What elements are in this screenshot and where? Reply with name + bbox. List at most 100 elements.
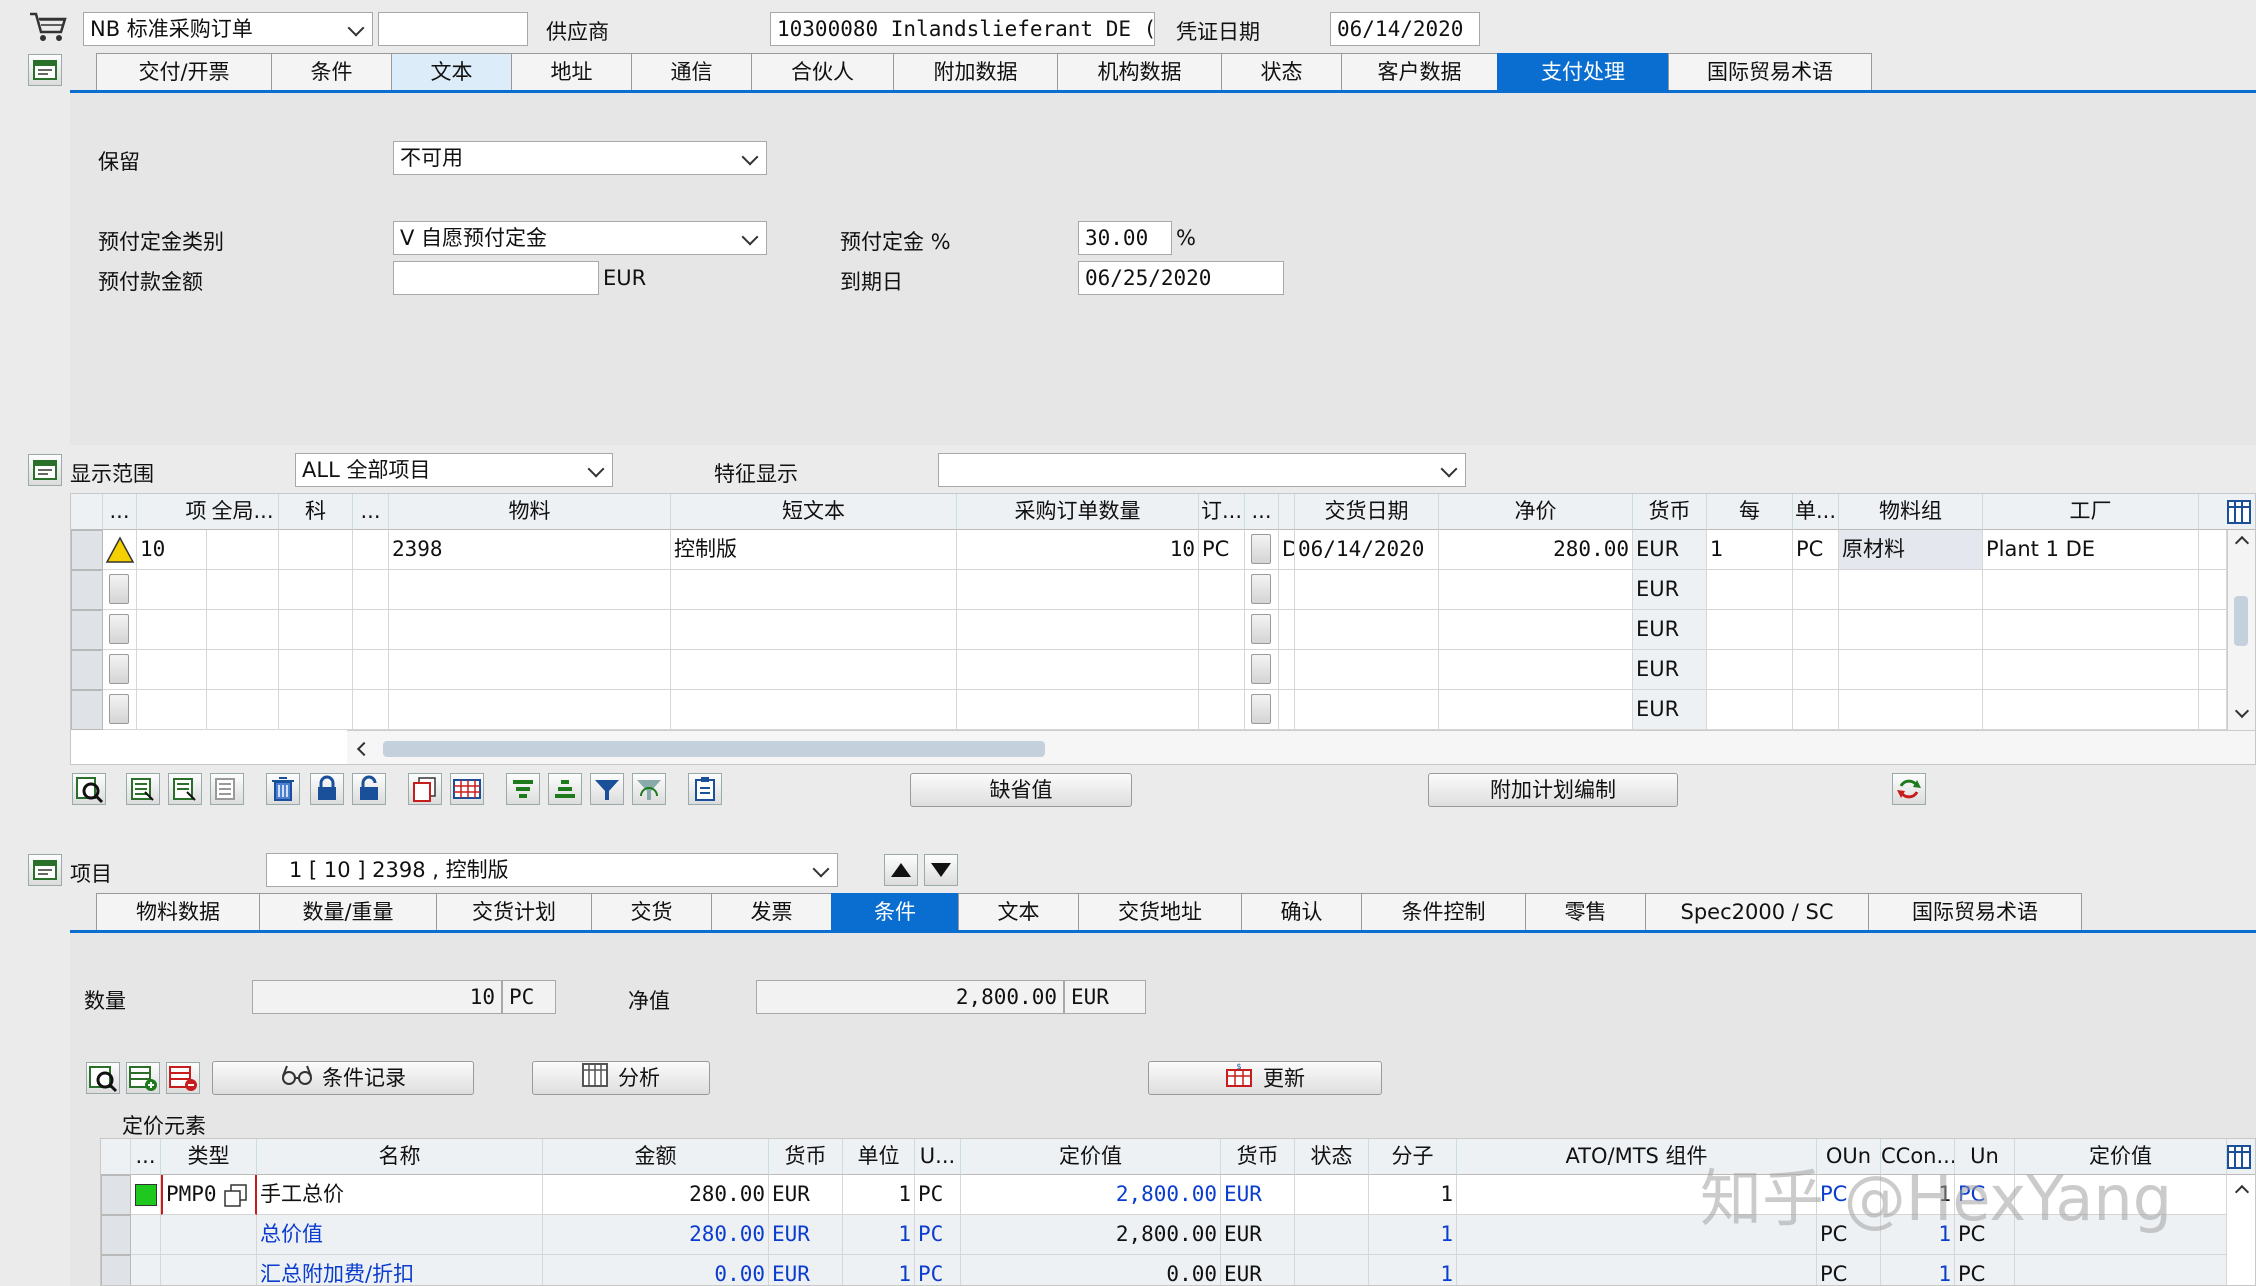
cell-d[interactable]: [1279, 610, 1295, 650]
overview-scrollbar-v[interactable]: [2227, 530, 2255, 730]
cell-empty[interactable]: [207, 690, 279, 730]
cond-cell-u[interactable]: PC: [915, 1215, 961, 1255]
delete-condition-icon[interactable]: [166, 1062, 200, 1094]
cond-col-header-sel[interactable]: [101, 1139, 131, 1175]
down-payment-pct-field[interactable]: 30.00: [1078, 221, 1172, 255]
tab-item-incoterms[interactable]: 国际贸易术语: [1868, 893, 2082, 931]
cond-col-header-amount[interactable]: 金额: [543, 1139, 769, 1175]
cell-mat-group[interactable]: 原材料: [1839, 530, 1983, 570]
tab-delivery[interactable]: 交货: [591, 893, 712, 931]
col-header-sel[interactable]: [71, 494, 103, 530]
cond-cell-u[interactable]: PC: [915, 1255, 961, 1285]
cell-mat-group[interactable]: [1839, 690, 1983, 730]
cell-empty[interactable]: [1245, 570, 1279, 610]
refresh-icon[interactable]: [1892, 773, 1926, 805]
unlock-icon[interactable]: [352, 773, 386, 805]
item-detail-expand-icon[interactable]: [28, 854, 62, 886]
cell-empty[interactable]: [353, 690, 389, 730]
copy-item-icon[interactable]: [408, 773, 442, 805]
cell-d[interactable]: [1279, 690, 1295, 730]
due-date-field[interactable]: 06/25/2020: [1078, 261, 1284, 295]
cell-uom[interactable]: [1199, 570, 1245, 610]
cell-unit[interactable]: [1793, 570, 1839, 610]
copy-icon[interactable]: [223, 1183, 249, 1207]
cell-uom[interactable]: [1199, 610, 1245, 650]
sort-descending-icon[interactable]: [548, 773, 582, 805]
doc-type-select[interactable]: NB 标准采购订单: [83, 12, 373, 46]
row-selector[interactable]: [71, 610, 103, 650]
col-header-per[interactable]: 每: [1707, 494, 1793, 530]
filter-reset-icon[interactable]: [632, 773, 666, 805]
cell-empty[interactable]: [279, 650, 353, 690]
cell-currency[interactable]: EUR: [1633, 610, 1707, 650]
condition-record-button[interactable]: 条件记录: [212, 1061, 474, 1095]
default-values-button[interactable]: 缺省值: [910, 773, 1132, 807]
cell-checkbox[interactable]: [1251, 534, 1271, 564]
cell-qty[interactable]: [957, 650, 1199, 690]
tab-invoice[interactable]: 发票: [711, 893, 832, 931]
cond-cell-currency[interactable]: EUR: [769, 1255, 843, 1285]
tab-org-data[interactable]: 机构数据: [1057, 53, 1222, 91]
col-header-status[interactable]: ...: [103, 494, 137, 530]
row-selector[interactable]: [71, 650, 103, 690]
cell-item[interactable]: [137, 690, 207, 730]
scroll-down-icon[interactable]: [2234, 703, 2250, 719]
cond-table-settings-icon[interactable]: [2227, 1145, 2251, 1169]
cell-checkbox[interactable]: [1251, 614, 1271, 644]
cell-short-text[interactable]: [671, 610, 957, 650]
scroll-thumb-h[interactable]: [383, 741, 1045, 757]
cond-col-header-status[interactable]: 状态: [1295, 1139, 1369, 1175]
cell-short-text[interactable]: [671, 690, 957, 730]
cell-uom[interactable]: PC: [1199, 530, 1245, 570]
clipboard-icon[interactable]: [688, 773, 722, 805]
cell-plant[interactable]: [1983, 570, 2199, 610]
cond-col-header-type[interactable]: 类型: [161, 1139, 257, 1175]
cell-empty[interactable]: [353, 530, 389, 570]
col-header-d[interactable]: [1279, 494, 1295, 530]
cell-date[interactable]: [1295, 610, 1439, 650]
cell-per[interactable]: 1: [1707, 530, 1793, 570]
cond-row-selector[interactable]: [101, 1255, 131, 1285]
cond-cell-currency2[interactable]: EUR: [1221, 1215, 1295, 1255]
col-header-plant[interactable]: 工厂: [1983, 494, 2199, 530]
cond-cell-name[interactable]: 汇总附加费/折扣: [257, 1255, 543, 1285]
row-status-box[interactable]: [109, 614, 129, 644]
cell-material[interactable]: [389, 650, 671, 690]
cell-short-text[interactable]: 控制版: [671, 530, 957, 570]
cell-qty[interactable]: [957, 690, 1199, 730]
cond-cell-empty[interactable]: [1295, 1255, 1369, 1285]
cell-empty[interactable]: [1245, 530, 1279, 570]
select-block-icon[interactable]: [168, 773, 202, 805]
cond-cell-empty[interactable]: [2015, 1255, 2227, 1285]
cell-empty[interactable]: [1245, 610, 1279, 650]
tab-status[interactable]: 状态: [1221, 53, 1342, 91]
cell-plant[interactable]: Plant 1 DE: [1983, 530, 2199, 570]
row-selector[interactable]: [71, 690, 103, 730]
scroll-left-icon[interactable]: [356, 741, 372, 757]
row-selector[interactable]: [71, 530, 103, 570]
cell-empty[interactable]: [353, 570, 389, 610]
cell-qty[interactable]: [957, 610, 1199, 650]
tab-quantities-weights[interactable]: 数量/重量: [259, 893, 437, 931]
tab-texts[interactable]: 文本: [391, 53, 512, 91]
tab-spec2000[interactable]: Spec2000 / SC: [1645, 893, 1869, 931]
tab-confirmations[interactable]: 确认: [1241, 893, 1362, 931]
cond-cell-numerator[interactable]: 1: [1369, 1175, 1457, 1215]
cell-per[interactable]: [1707, 650, 1793, 690]
cond-cell-name[interactable]: 总价值: [257, 1215, 543, 1255]
tab-customer-data[interactable]: 客户数据: [1341, 53, 1498, 91]
cond-col-header-cond-value[interactable]: 定价值: [961, 1139, 1221, 1175]
row-status-box[interactable]: [109, 654, 129, 684]
cell-date[interactable]: [1295, 650, 1439, 690]
tab-item-conditions[interactable]: 条件: [831, 893, 959, 931]
col-header-account[interactable]: 科: [279, 494, 353, 530]
cell-checkbox[interactable]: [1251, 574, 1271, 604]
tab-partners[interactable]: 合伙人: [751, 53, 894, 91]
cell-short-text[interactable]: [671, 570, 957, 610]
cell-short-text[interactable]: [671, 650, 957, 690]
cond-cell-currency[interactable]: EUR: [769, 1175, 843, 1215]
tab-material-data[interactable]: 物料数据: [96, 893, 260, 931]
cell-unit[interactable]: [1793, 690, 1839, 730]
row-selector[interactable]: [71, 570, 103, 610]
additional-planning-button[interactable]: 附加计划编制: [1428, 773, 1678, 807]
